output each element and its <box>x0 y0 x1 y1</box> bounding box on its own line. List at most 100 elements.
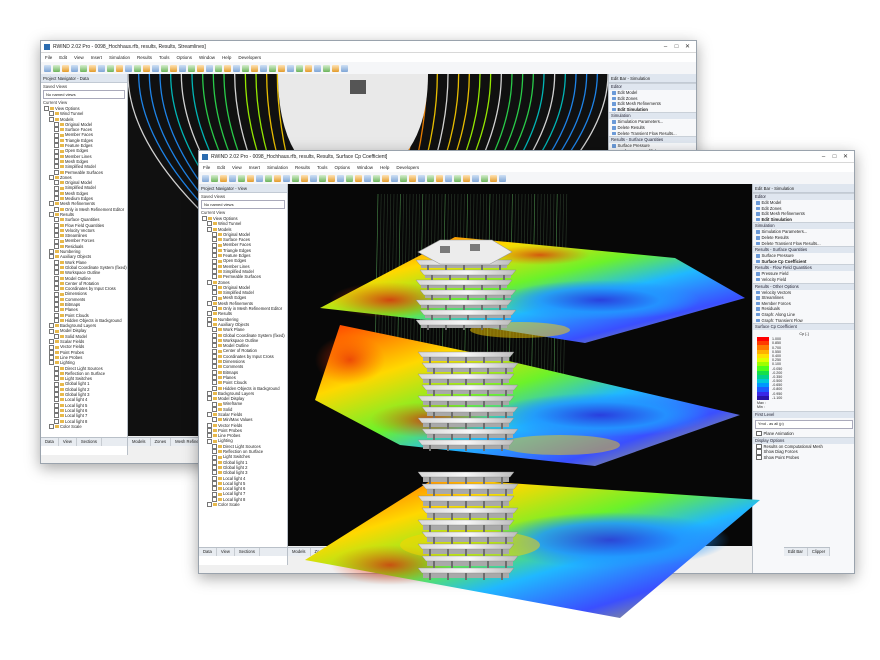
checkbox-icon[interactable] <box>54 397 59 403</box>
checkbox-icon[interactable] <box>212 263 217 269</box>
checkbox-icon[interactable] <box>212 274 217 280</box>
checkbox-icon[interactable] <box>54 206 59 212</box>
menu-options[interactable]: Options <box>335 165 351 170</box>
tree-item[interactable]: Color Scale <box>202 502 287 508</box>
toolbar-tool-icon[interactable] <box>247 174 254 182</box>
checkbox-icon[interactable] <box>54 286 59 292</box>
checkbox-icon[interactable] <box>54 185 59 191</box>
checkbox-icon[interactable] <box>49 344 54 350</box>
toolbar-tool-icon[interactable] <box>134 64 141 72</box>
toolbar-tool-icon[interactable] <box>319 174 326 182</box>
toolbar-tool-icon[interactable] <box>215 64 222 72</box>
toolbar-tool-icon[interactable] <box>179 64 186 72</box>
toolbar-tool-icon[interactable] <box>188 64 195 72</box>
checkbox-icon[interactable] <box>207 412 212 418</box>
menu-results[interactable]: Results <box>295 165 310 170</box>
toolbar-tool-icon[interactable] <box>53 64 60 72</box>
checkbox-icon[interactable] <box>54 370 59 376</box>
minimize-button[interactable]: – <box>818 154 829 160</box>
tab-view[interactable]: View <box>217 548 235 556</box>
saved-views-select[interactable]: No named views <box>43 90 125 99</box>
toolbar-tool-icon[interactable] <box>224 64 231 72</box>
toolbar-tool-icon[interactable] <box>454 174 461 182</box>
checkbox-icon[interactable] <box>212 475 217 481</box>
checkbox-icon[interactable] <box>54 275 59 281</box>
checkbox-icon[interactable] <box>54 159 59 165</box>
checkbox-icon[interactable] <box>212 232 217 238</box>
toolbar-tool-icon[interactable] <box>301 174 308 182</box>
toolbar-tool-icon[interactable] <box>256 174 263 182</box>
toolbar-tool-icon[interactable] <box>409 174 416 182</box>
checkbox-icon[interactable] <box>212 486 217 492</box>
tab-sections[interactable]: Sections <box>235 548 260 556</box>
checkbox-icon[interactable] <box>54 402 59 408</box>
checkbox-icon[interactable] <box>212 247 217 253</box>
toolbar-tool-icon[interactable] <box>341 64 348 72</box>
checkbox-icon[interactable] <box>212 253 217 259</box>
menu-edit[interactable]: Edit <box>59 55 67 60</box>
toolbar-tool-icon[interactable] <box>238 174 245 182</box>
view-tab-mesh-refinements[interactable]: Mesh Refinements <box>331 548 376 556</box>
checkbox-icon[interactable] <box>212 375 217 381</box>
checkbox-icon[interactable] <box>54 217 59 223</box>
toolbar-tool-icon[interactable] <box>382 174 389 182</box>
checkbox-icon[interactable] <box>54 280 59 286</box>
checkbox-icon[interactable] <box>49 175 54 180</box>
toolbar-tool-icon[interactable] <box>323 64 330 72</box>
tab-data[interactable]: Data <box>199 548 217 556</box>
close-button[interactable]: ✕ <box>682 43 693 50</box>
view-tab-zones[interactable]: Zones <box>311 548 332 556</box>
menu-developers[interactable]: Developers <box>238 55 261 60</box>
toolbar-tool-icon[interactable] <box>490 174 497 182</box>
toolbar-tool-icon[interactable] <box>62 64 69 72</box>
toolbar-tool-icon[interactable] <box>260 64 267 72</box>
checkbox-icon[interactable] <box>49 323 54 329</box>
close-button[interactable]: ✕ <box>840 153 851 160</box>
menu-tools[interactable]: Tools <box>159 55 170 60</box>
checkbox-icon[interactable] <box>207 300 212 306</box>
checkbox-icon[interactable] <box>212 332 217 338</box>
checkbox-icon[interactable] <box>54 376 59 382</box>
checkbox-icon[interactable] <box>212 327 217 333</box>
menu-view[interactable]: View <box>232 165 242 170</box>
checkbox-icon[interactable] <box>212 337 217 343</box>
toolbar-tool-icon[interactable] <box>427 174 434 182</box>
checkbox-icon[interactable] <box>54 227 59 233</box>
menu-simulation[interactable]: Simulation <box>267 165 288 170</box>
checkbox-icon[interactable] <box>54 137 59 143</box>
checkbox-icon[interactable] <box>207 390 212 396</box>
toolbar-tool-icon[interactable] <box>44 64 51 72</box>
toolbar-tool-icon[interactable] <box>287 64 294 72</box>
checkbox-icon[interactable] <box>212 242 217 248</box>
toolbar-tool-icon[interactable] <box>283 174 290 182</box>
editbar-tab-edit-bar[interactable]: Edit Bar <box>784 548 808 556</box>
toolbar-tool-icon[interactable] <box>125 64 132 72</box>
checkbox-icon[interactable] <box>212 401 217 407</box>
menu-file[interactable]: File <box>203 165 210 170</box>
checkbox-icon[interactable] <box>49 111 54 117</box>
checkbox-icon[interactable] <box>54 333 59 339</box>
maximize-button[interactable]: □ <box>671 44 682 50</box>
checkbox-icon[interactable] <box>54 190 59 196</box>
toolbar-tool-icon[interactable] <box>278 64 285 72</box>
toolbar-tool-icon[interactable] <box>206 64 213 72</box>
menu-window[interactable]: Window <box>199 55 215 60</box>
checkbox-icon[interactable] <box>54 233 59 239</box>
view-tab-simulation[interactable]: Simulation <box>375 548 404 556</box>
toolbar-tool-icon[interactable] <box>152 64 159 72</box>
checkbox-icon[interactable] <box>207 396 212 402</box>
tab-sections[interactable]: Sections <box>77 438 102 446</box>
toolbar-tool-icon[interactable] <box>89 64 96 72</box>
menu-view[interactable]: View <box>74 55 84 60</box>
toolbar-tool-icon[interactable] <box>314 64 321 72</box>
checkbox-icon[interactable] <box>207 279 212 285</box>
toolbar-tool-icon[interactable] <box>211 174 218 182</box>
checkbox-icon[interactable] <box>212 470 217 476</box>
checkbox-icon[interactable] <box>207 438 212 444</box>
checkbox-icon[interactable] <box>49 339 54 345</box>
checkbox-icon[interactable] <box>54 318 59 324</box>
toolbar-tool-icon[interactable] <box>107 64 114 72</box>
toolbar-tool-icon[interactable] <box>242 64 249 72</box>
toolbar-tool-icon[interactable] <box>355 174 362 182</box>
checkbox-icon[interactable] <box>212 348 217 354</box>
